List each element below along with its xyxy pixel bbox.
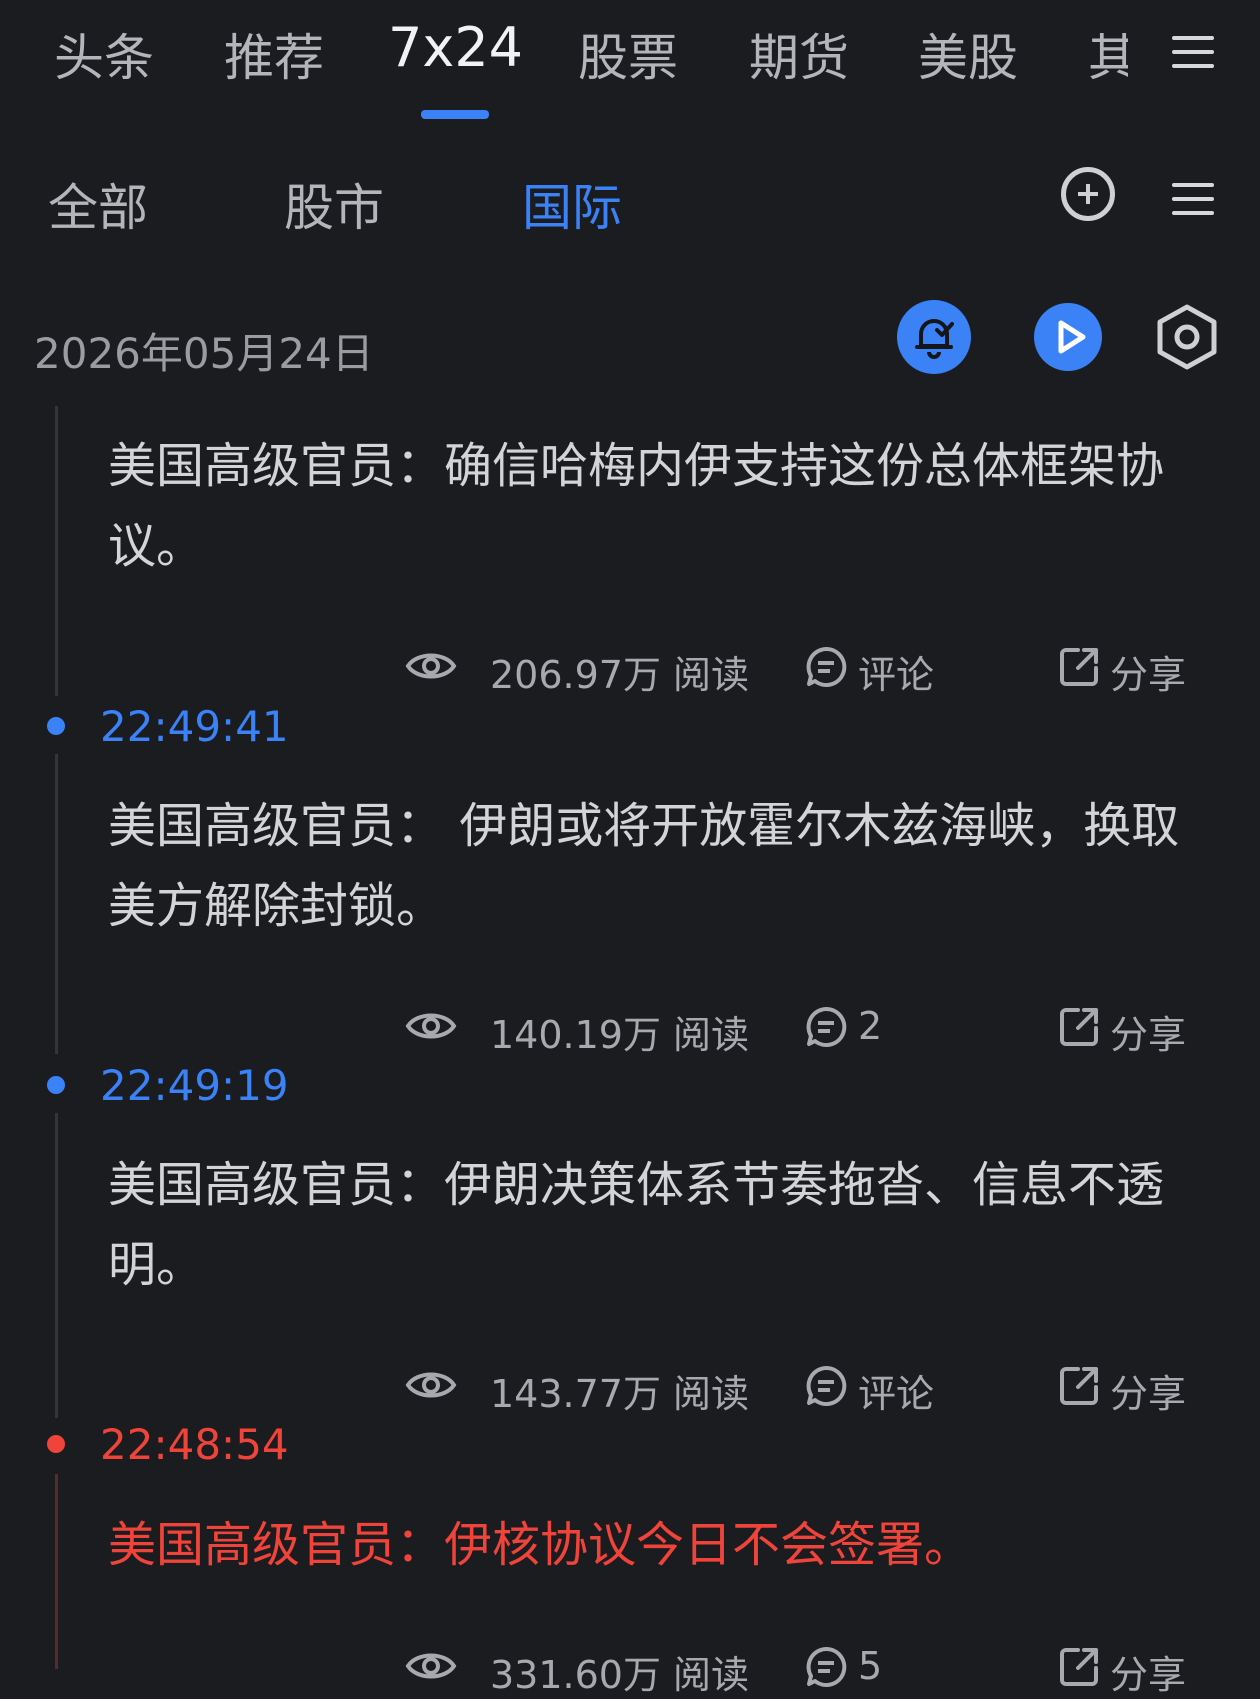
- date-label: 2026年05月24日: [34, 329, 374, 378]
- subtab-all[interactable]: 全部: [48, 168, 148, 240]
- view-count: 143.77万 阅读: [490, 1372, 750, 1416]
- tab-7x24[interactable]: 7x24: [388, 16, 523, 79]
- tab-futures[interactable]: 期货: [749, 18, 849, 90]
- tab-us-stocks[interactable]: 美股: [918, 18, 1018, 90]
- timeline-dot: [47, 717, 65, 735]
- news-text-important[interactable]: 美国高级官员：伊核协议今日不会签署。: [108, 1505, 1198, 1585]
- news-text[interactable]: 美国高级官员： 伊朗或将开放霍尔木兹海峡，换取美方解除封锁。: [108, 786, 1198, 946]
- comment-icon[interactable]: [805, 1006, 847, 1048]
- share-label[interactable]: 分享: [1110, 1644, 1186, 1699]
- tab-recommend[interactable]: 推荐: [224, 18, 324, 90]
- comment-label[interactable]: 评论: [858, 644, 934, 699]
- news-meta-row: 331.60万 阅读 5 分享: [0, 1636, 1260, 1699]
- active-tab-indicator: [421, 110, 489, 119]
- play-audio-button[interactable]: [1034, 303, 1102, 371]
- share-icon[interactable]: [1058, 646, 1100, 688]
- share-label[interactable]: 分享: [1110, 1363, 1186, 1418]
- news-time: 22:49:41: [100, 702, 289, 751]
- share-label[interactable]: 分享: [1110, 1004, 1186, 1059]
- timeline-dot: [47, 1076, 65, 1094]
- bell-check-icon: [915, 319, 954, 359]
- tab-stocks[interactable]: 股票: [578, 18, 678, 90]
- tab-more-clipped[interactable]: 其: [1088, 18, 1128, 88]
- share-label[interactable]: 分享: [1110, 644, 1186, 699]
- news-time: 22:49:19: [100, 1061, 289, 1110]
- channel-menu-icon[interactable]: [1172, 36, 1214, 68]
- news-meta-row: 143.77万 阅读 评论 分享: [0, 1355, 1260, 1418]
- subtab-menu-icon[interactable]: [1172, 183, 1214, 215]
- comment-count[interactable]: 2: [858, 1004, 882, 1048]
- eye-icon: [405, 1372, 457, 1398]
- comment-label[interactable]: 评论: [858, 1363, 934, 1418]
- news-text[interactable]: 美国高级官员：伊朗决策体系节奏拖沓、信息不透明。: [108, 1145, 1198, 1305]
- subtab-international[interactable]: 国际: [522, 168, 622, 240]
- view-count: 331.60万 阅读: [490, 1653, 750, 1697]
- top-channel-tabs: 头条 推荐 7x24 股票 期货 美股 其: [0, 0, 1260, 125]
- play-icon: [1058, 320, 1086, 354]
- share-icon[interactable]: [1058, 1646, 1100, 1688]
- news-meta-row: 140.19万 阅读 2 分享: [0, 996, 1260, 1059]
- eye-icon: [405, 653, 457, 679]
- comment-icon[interactable]: [805, 646, 847, 688]
- alert-bell-button[interactable]: [897, 300, 971, 374]
- share-icon[interactable]: [1058, 1365, 1100, 1407]
- news-meta-row: 206.97万 阅读 评论 分享: [0, 636, 1260, 699]
- eye-icon: [405, 1653, 457, 1679]
- subtab-market[interactable]: 股市: [284, 168, 384, 240]
- news-time: 22:48:54: [100, 1420, 289, 1469]
- comment-count[interactable]: 5: [858, 1644, 882, 1688]
- news-text[interactable]: 美国高级官员：确信哈梅内伊支持这份总体框架协议。: [108, 426, 1198, 586]
- tab-headlines[interactable]: 头条: [54, 18, 154, 90]
- timeline-dot-important: [47, 1435, 65, 1453]
- add-subtab-icon[interactable]: [1061, 167, 1115, 221]
- share-icon[interactable]: [1058, 1006, 1100, 1048]
- comment-icon[interactable]: [805, 1365, 847, 1407]
- settings-icon[interactable]: [1155, 303, 1219, 371]
- comment-icon[interactable]: [805, 1646, 847, 1688]
- view-count: 206.97万 阅读: [490, 653, 750, 697]
- eye-icon: [405, 1013, 457, 1039]
- view-count: 140.19万 阅读: [490, 1013, 750, 1057]
